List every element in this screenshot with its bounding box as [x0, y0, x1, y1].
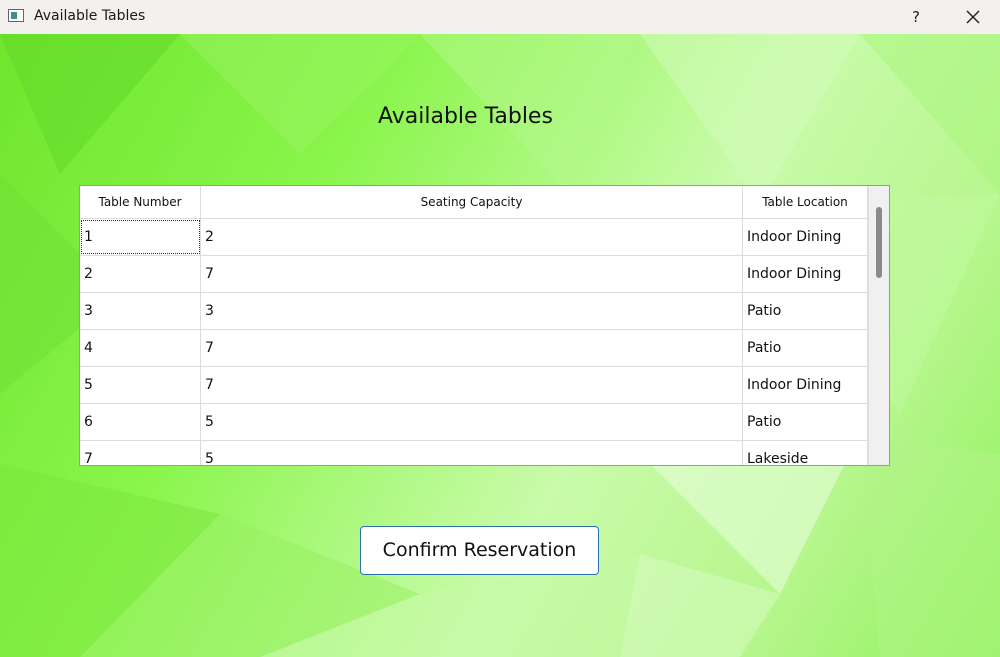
- content-area: Available Tables Table Number Seating Ca…: [0, 34, 1000, 657]
- table-body: 1 2 Indoor Dining 2 7 Indoor Dining 3 3 …: [80, 219, 868, 465]
- cell-seating-capacity[interactable]: 2: [201, 219, 743, 255]
- app-window: Available Tables ? Available Tables Tabl…: [0, 0, 1000, 657]
- cell-table-location[interactable]: Patio: [743, 404, 868, 440]
- cell-seating-capacity[interactable]: 7: [201, 330, 743, 366]
- table-row[interactable]: 6 5 Patio: [80, 404, 868, 441]
- cell-table-location[interactable]: Indoor Dining: [743, 256, 868, 292]
- cell-seating-capacity[interactable]: 7: [201, 256, 743, 292]
- table-row[interactable]: 4 7 Patio: [80, 330, 868, 367]
- cell-table-number[interactable]: 1: [80, 219, 201, 255]
- table-row[interactable]: 3 3 Patio: [80, 293, 868, 330]
- help-button[interactable]: ?: [902, 3, 930, 31]
- column-header-table-number[interactable]: Table Number: [80, 186, 201, 218]
- close-button[interactable]: [958, 3, 988, 31]
- cell-table-location[interactable]: Lakeside: [743, 441, 868, 465]
- cell-table-number[interactable]: 4: [80, 330, 201, 366]
- table-row[interactable]: 5 7 Indoor Dining: [80, 367, 868, 404]
- close-icon: [966, 10, 980, 24]
- cell-table-number[interactable]: 5: [80, 367, 201, 403]
- vertical-scrollbar[interactable]: [868, 186, 889, 465]
- cell-table-number[interactable]: 2: [80, 256, 201, 292]
- table-header: Table Number Seating Capacity Table Loca…: [80, 186, 868, 219]
- column-header-seating-capacity[interactable]: Seating Capacity: [201, 186, 743, 218]
- confirm-reservation-button[interactable]: Confirm Reservation: [360, 526, 599, 575]
- window-app-icon: [8, 9, 24, 22]
- cell-seating-capacity[interactable]: 5: [201, 441, 743, 465]
- cell-table-location[interactable]: Indoor Dining: [743, 367, 868, 403]
- cell-table-location[interactable]: Patio: [743, 330, 868, 366]
- table-row[interactable]: 1 2 Indoor Dining: [80, 219, 868, 256]
- cell-table-number[interactable]: 3: [80, 293, 201, 329]
- page-title: Available Tables: [378, 104, 553, 129]
- window-title: Available Tables: [34, 8, 146, 24]
- cell-seating-capacity[interactable]: 5: [201, 404, 743, 440]
- table-row[interactable]: 7 5 Lakeside: [80, 441, 868, 465]
- title-bar: Available Tables ?: [0, 0, 1000, 34]
- table-row[interactable]: 2 7 Indoor Dining: [80, 256, 868, 293]
- cell-seating-capacity[interactable]: 7: [201, 367, 743, 403]
- column-header-table-location[interactable]: Table Location: [743, 186, 868, 218]
- cell-table-number[interactable]: 7: [80, 441, 201, 465]
- scrollbar-thumb[interactable]: [876, 207, 882, 278]
- tables-grid[interactable]: Table Number Seating Capacity Table Loca…: [79, 185, 890, 466]
- cell-table-number[interactable]: 6: [80, 404, 201, 440]
- cell-table-location[interactable]: Indoor Dining: [743, 219, 868, 255]
- cell-table-location[interactable]: Patio: [743, 293, 868, 329]
- cell-seating-capacity[interactable]: 3: [201, 293, 743, 329]
